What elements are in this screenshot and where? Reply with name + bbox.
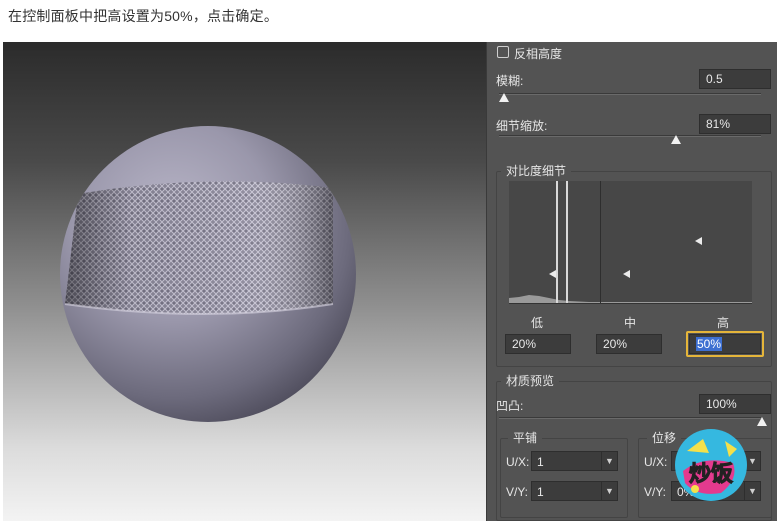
chevron-down-icon: ▼ bbox=[601, 482, 617, 500]
bump-slider-thumb[interactable] bbox=[757, 417, 767, 426]
detail-scale-slider-track[interactable] bbox=[499, 135, 761, 137]
low-label: 低 bbox=[531, 316, 544, 330]
mid-handle[interactable] bbox=[623, 270, 630, 278]
high-handle[interactable] bbox=[695, 237, 702, 245]
mid-label: 中 bbox=[624, 316, 637, 330]
detail-scale-slider-thumb[interactable] bbox=[671, 135, 681, 144]
bump-slider-track[interactable] bbox=[499, 417, 761, 419]
tiling-vy-label: V/Y: bbox=[506, 485, 529, 499]
instruction-caption: 在控制面板中把高设置为50%，点击确定。 bbox=[8, 8, 279, 24]
offset-ux-label: U/X: bbox=[644, 455, 668, 469]
blur-field[interactable]: 0.5 bbox=[699, 69, 771, 89]
low-value-field[interactable]: 20% bbox=[505, 334, 571, 354]
watermark-logo: 炒饭 bbox=[673, 427, 749, 503]
bump-label: 凹凸: bbox=[496, 399, 524, 413]
offset-vy-label: V/Y: bbox=[644, 485, 667, 499]
material-sphere-preview bbox=[60, 126, 356, 422]
tiling-ux-dropdown[interactable]: 1 ▼ bbox=[531, 451, 618, 471]
invert-height-checkbox[interactable] bbox=[497, 46, 509, 58]
blur-slider-track[interactable] bbox=[499, 93, 761, 95]
watermark-text: 炒饭 bbox=[689, 461, 733, 487]
tiling-vy-dropdown[interactable]: 1 ▼ bbox=[531, 481, 618, 501]
low-handle[interactable] bbox=[549, 270, 556, 278]
detail-scale-label: 细节缩放: bbox=[496, 119, 548, 133]
tiling-group bbox=[500, 438, 628, 518]
tiling-title: 平铺 bbox=[508, 429, 543, 446]
bump-field[interactable]: 100% bbox=[699, 394, 771, 414]
material-preview-title: 材质预览 bbox=[501, 372, 560, 389]
chevron-down-icon: ▼ bbox=[601, 452, 617, 470]
tiling-ux-value: 1 bbox=[537, 455, 544, 469]
3d-viewport[interactable] bbox=[3, 42, 486, 521]
detail-scale-field[interactable]: 81% bbox=[699, 114, 771, 134]
invert-height-label: 反相高度 bbox=[514, 47, 563, 61]
high-value-field[interactable]: 50% bbox=[689, 334, 761, 354]
contrast-histogram[interactable] bbox=[509, 181, 752, 304]
high-value-selected-text: 50% bbox=[696, 337, 723, 351]
blur-slider-thumb[interactable] bbox=[499, 93, 509, 102]
mid-value-field[interactable]: 20% bbox=[596, 334, 662, 354]
tiling-ux-label: U/X: bbox=[506, 455, 530, 469]
high-label: 高 bbox=[717, 316, 730, 330]
blur-label: 模糊: bbox=[496, 74, 524, 88]
contrast-detail-title: 对比度细节 bbox=[501, 162, 572, 179]
tiling-vy-value: 1 bbox=[537, 485, 544, 499]
